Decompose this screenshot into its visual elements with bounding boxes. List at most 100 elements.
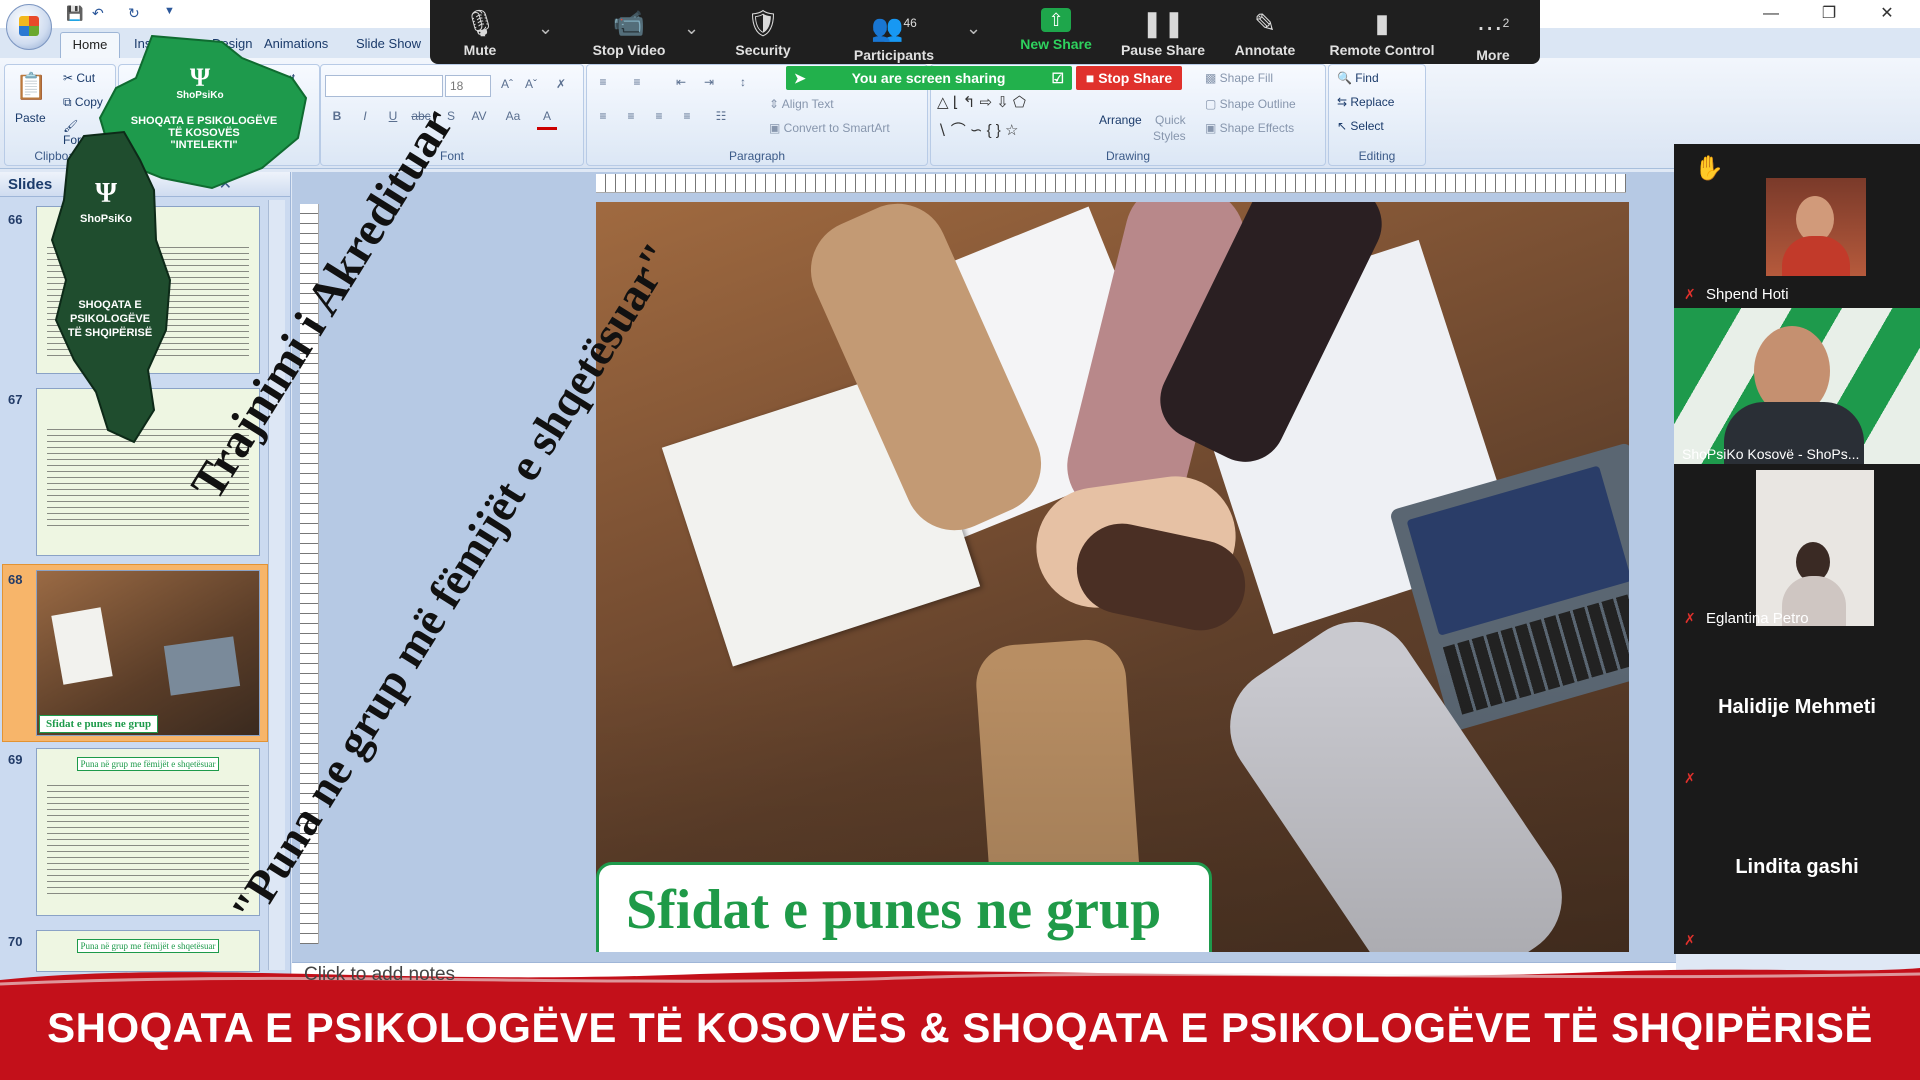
shield-check-icon: ☑ [1051,70,1064,86]
minimize-icon[interactable]: — [1748,2,1794,26]
office-logo-icon [19,16,39,36]
security-button[interactable]: 🛡 Security [716,0,810,64]
align-left-icon[interactable]: ≡ [593,109,613,127]
redo-icon[interactable]: ↻ [128,5,140,22]
participants-icon: 👥46 [871,12,917,43]
find-button[interactable]: 🔍 Find [1337,71,1379,85]
share-up-arrow-icon: ⇧ [1041,8,1071,32]
more-button[interactable]: ⋯2 More [1460,0,1526,64]
bold-icon[interactable]: B [327,109,347,127]
grow-font-icon[interactable]: Aˆ [497,77,517,95]
zoom-video-panel: ✋ ✗ Shpend Hoti ShoPsiKo Kosovë - ShoPs.… [1674,144,1920,954]
arrange-button[interactable]: Arrange [1099,113,1142,127]
font-name-combo[interactable] [325,75,443,97]
align-center-icon[interactable]: ≡ [621,109,641,127]
save-icon[interactable]: 💾 [66,5,83,22]
select-button[interactable]: ↖ Select [1337,119,1384,133]
participant-tile-name[interactable]: Halidije Mehmeti [1674,696,1920,719]
change-case-icon[interactable]: Aa [503,109,523,127]
line-spacing-icon[interactable]: ↕ [733,75,753,93]
raised-hand-icon: ✋ [1694,155,1724,182]
cut-button[interactable]: ✂ Cut [63,71,95,85]
participants-caret-icon[interactable]: ⌄ [966,18,981,39]
paste-button[interactable]: Paste [15,111,46,125]
svg-text:ShoPsiKo: ShoPsiKo [80,213,132,225]
notes-placeholder[interactable]: Click to add notes [304,964,455,986]
font-group: 18 Aˆ Aˇ ✗ B I U abc S AV Aa A Font [320,64,584,166]
editing-group: 🔍 Find ⇆ Replace ↖ Select Editing [1328,64,1426,166]
mouse-icon: ▮ [1374,8,1390,38]
participants-button[interactable]: 👥46 Participants [840,0,948,64]
thumb-number: 70 [8,934,23,949]
stop-video-button[interactable]: 📹 Stop Video [574,0,684,64]
participant-name: ShoPsiKo Kosovë - ShoPs... [1682,446,1860,462]
muted-mic-icon: ✗ [1684,770,1696,786]
shape-effects-button[interactable]: ▣ Shape Effects [1205,121,1294,135]
video-options-caret-icon[interactable]: ⌄ [684,18,699,39]
clear-format-icon[interactable]: ✗ [551,77,571,95]
zoom-share-toolbar: 🎙 Mute ⌄ 📹 Stop Video ⌄ 🛡 Security 👥46 P… [430,0,1540,64]
char-spacing-icon[interactable]: AV [469,109,489,127]
font-group-label: Font [439,149,464,163]
align-text-button[interactable]: ⇕ Align Text [769,97,834,111]
pen-icon: ✎ [1254,8,1276,38]
shape-outline-button[interactable]: ▢ Shape Outline [1205,97,1296,111]
thumbnail-title: Puna në grup me fëmijët e shqetësuar [77,757,219,771]
quick-styles-button[interactable]: Quick [1155,113,1186,127]
thumbnail-caption: Sfidat e punes ne grup [39,715,159,733]
shape-fill-button[interactable]: ▩ Shape Fill [1205,71,1273,85]
participant-tile-name[interactable]: Lindita gashi [1674,856,1920,879]
font-size-combo[interactable]: 18 [445,75,491,97]
paragraph-group-label: Paragraph [728,149,786,163]
svg-text:Ψ: Ψ [95,178,117,209]
pause-icon: ❚❚ [1141,8,1185,38]
replace-button[interactable]: ⇆ Replace [1337,95,1394,109]
screen-sharing-banner: ➤ You are screen sharing ☑ [786,66,1072,90]
columns-icon[interactable]: ☷ [711,109,731,127]
pause-share-button[interactable]: ❚❚ Pause Share [1116,0,1210,64]
video-tile-shpend[interactable] [1766,178,1866,276]
quick-styles-label: Styles [1153,129,1186,143]
restore-icon[interactable]: ❐ [1806,2,1852,26]
thumb-number: 68 [8,572,23,587]
microphone-icon: 🎙 [463,8,497,38]
new-share-button[interactable]: ⇧ New Share [1008,0,1104,64]
video-tile-shopsiko[interactable] [1674,308,1920,464]
office-button[interactable] [6,4,52,50]
muted-mic-icon: ✗ [1684,610,1696,626]
current-slide[interactable]: Sfidat e punes ne grup [596,202,1629,952]
shapes-gallery[interactable]: △ ⌊ ↰ ⇨ ⇩ ⬠ [937,93,1077,111]
stop-share-button[interactable]: ■ Stop Share [1076,66,1182,90]
numbering-icon[interactable]: ≡ [627,75,647,93]
remote-control-button[interactable]: ▮ Remote Control [1320,0,1444,64]
bullets-icon[interactable]: ≡ [593,75,613,93]
justify-icon[interactable]: ≡ [677,109,697,127]
shopsiko-albania-logo: Ψ ShoPsiKo SHOQATA E PSIKOLOGËVE TË SHQI… [50,130,172,444]
shapes-gallery-row2[interactable]: ∖ ⌒ ∽ { } ☆ [937,119,1077,139]
increase-indent-icon[interactable]: ⇥ [699,75,719,93]
slide-thumbnail-68[interactable]: Sfidat e punes ne grup [36,570,260,736]
font-color-icon[interactable]: A [537,109,557,130]
align-right-icon[interactable]: ≡ [649,109,669,127]
close-icon[interactable]: ✕ [1864,2,1910,26]
video-camera-icon: 📹 [612,8,646,38]
mute-button[interactable]: 🎙 Mute [448,0,512,64]
drawing-group-label: Drawing [1105,149,1150,163]
footer-banner-text: SHOQATA E PSIKOLOGËVE TË KOSOVËS & SHOQA… [47,1004,1873,1051]
annotate-button[interactable]: ✎ Annotate [1222,0,1308,64]
tab-slide-show[interactable]: Slide Show [356,36,421,51]
decrease-indent-icon[interactable]: ⇤ [671,75,691,93]
slide-title[interactable]: Sfidat e punes ne grup [626,878,1161,942]
undo-icon[interactable]: ↶ [92,5,104,22]
italic-icon[interactable]: I [355,109,375,127]
video-tile-eglantina[interactable] [1756,470,1874,626]
shrink-font-icon[interactable]: Aˇ [521,77,541,95]
audio-options-caret-icon[interactable]: ⌄ [538,18,553,39]
underline-icon[interactable]: U [383,109,403,127]
slide-thumbnail-69[interactable]: Puna në grup me fëmijët e shqetësuar [36,748,260,916]
horizontal-ruler [596,174,1626,193]
qat-customize-icon[interactable]: ▼ [164,5,175,17]
muted-mic-icon: ✗ [1684,932,1696,948]
more-dots-icon: ⋯2 [1476,12,1510,43]
convert-smartart-button[interactable]: ▣ Convert to SmartArt [769,121,890,135]
